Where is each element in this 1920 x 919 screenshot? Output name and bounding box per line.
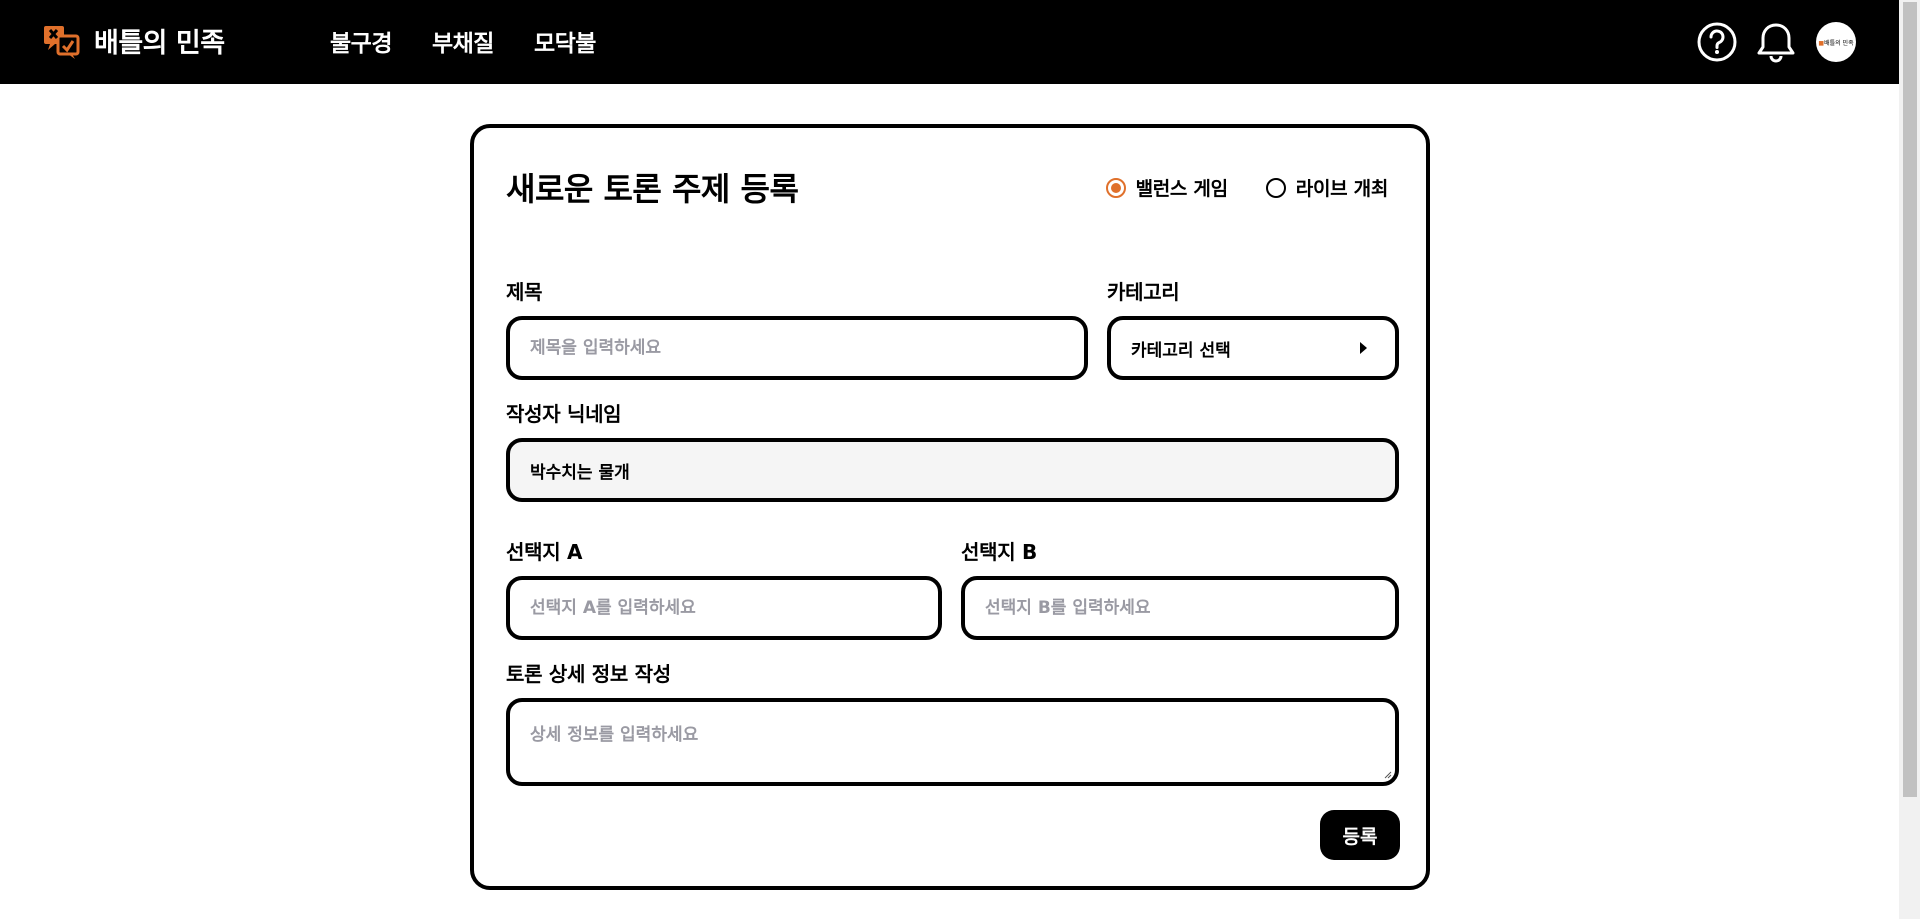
brand-name: 배틀의 민족 — [94, 27, 225, 59]
radio-live-event-label: 라이브 개최 — [1295, 178, 1389, 200]
detail-info-label: 토론 상세 정보 작성 — [506, 662, 671, 686]
topic-registration-form: 새로운 토론 주제 등록 밸런스 게임 라이브 개최 제목 카테고리 카테고리 … — [470, 124, 1430, 890]
radio-checked-icon[interactable] — [1105, 177, 1126, 198]
radio-unchecked-icon[interactable] — [1265, 177, 1286, 198]
avatar-label: ■배틀의 민족 — [1818, 39, 1854, 47]
radio-live-event[interactable]: 라이브 개최 — [1265, 174, 1389, 201]
resize-grip-icon[interactable] — [1382, 769, 1392, 779]
author-nickname-value: 박수치는 물개 — [530, 462, 630, 483]
radio-balance-game[interactable]: 밸런스 게임 — [1105, 174, 1229, 201]
category-label: 카테고리 — [1107, 280, 1180, 304]
header-actions: ■배틀의 민족 — [1696, 20, 1856, 64]
option-a-input[interactable] — [530, 598, 938, 618]
caret-right-icon — [1360, 342, 1367, 354]
topic-type-radio-group: 밸런스 게임 라이브 개최 — [1068, 174, 1388, 201]
nav-item-bonfire[interactable]: 모닥불 — [534, 24, 596, 58]
option-b-label: 선택지 B — [961, 540, 1037, 564]
option-b-input[interactable] — [985, 598, 1395, 618]
title-input[interactable] — [530, 338, 1084, 358]
title-field[interactable] — [506, 316, 1088, 380]
radio-balance-game-label: 밸런스 게임 — [1135, 178, 1229, 200]
brand-logo[interactable]: 배틀의 민족 — [42, 20, 225, 60]
battle-logo-icon — [44, 26, 80, 59]
category-select[interactable]: 카테고리 선택 — [1107, 316, 1399, 380]
submit-button[interactable]: 등록 — [1320, 810, 1400, 860]
nav-item-fanning[interactable]: 부채질 — [432, 24, 494, 58]
author-nickname-label: 작성자 닉네임 — [506, 402, 622, 426]
main-nav: 불구경 부채질 모닥불 — [330, 24, 636, 58]
category-selected-value: 카테고리 선택 — [1131, 340, 1231, 361]
top-navigation-bar: 배틀의 민족 불구경 부채질 모닥불 ■배틀의 민족 — [0, 0, 1899, 84]
title-label: 제목 — [506, 280, 543, 304]
nav-item-fire-watching[interactable]: 불구경 — [330, 24, 392, 58]
detail-info-textarea[interactable] — [530, 720, 1395, 770]
scrollbar-thumb[interactable] — [1903, 2, 1917, 797]
avatar[interactable]: ■배틀의 민족 — [1816, 22, 1856, 62]
option-a-label: 선택지 A — [506, 540, 583, 564]
bell-icon[interactable] — [1754, 20, 1798, 64]
option-b-field[interactable] — [961, 576, 1399, 640]
page-title: 새로운 토론 주제 등록 — [506, 170, 799, 208]
option-a-field[interactable] — [506, 576, 942, 640]
help-circle-icon[interactable] — [1696, 21, 1738, 63]
detail-info-field[interactable] — [506, 698, 1399, 786]
author-nickname-field: 박수치는 물개 — [506, 438, 1399, 502]
